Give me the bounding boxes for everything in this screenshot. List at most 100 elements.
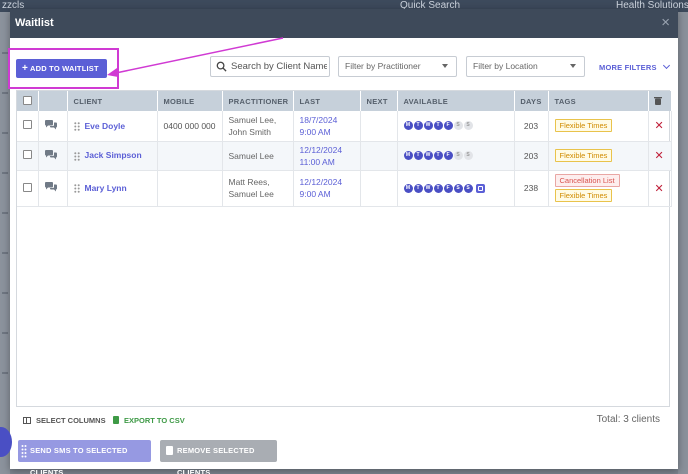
client-search-box[interactable]	[210, 56, 330, 77]
select-all-checkbox[interactable]	[23, 96, 32, 105]
row-checkbox[interactable]	[23, 120, 32, 129]
last-date[interactable]: 12/12/2024	[300, 144, 360, 156]
practitioner-filter-select[interactable]: Filter by Practitioner	[338, 56, 457, 77]
tag-badge: Flexible Times	[555, 149, 613, 162]
header-chat	[38, 91, 67, 111]
last-date[interactable]: 18/7/2024	[300, 114, 360, 126]
day-friday: F	[444, 184, 453, 193]
header-practitioner[interactable]: PRACTITIONER	[222, 91, 293, 111]
drag-handle-icon[interactable]	[74, 122, 80, 131]
day-sunday: S	[464, 184, 473, 193]
delete-row-icon[interactable]: ✕	[655, 150, 664, 162]
client-link[interactable]: Eve Doyle	[85, 121, 126, 131]
day-monday: M	[404, 151, 413, 160]
select-columns-button[interactable]: SELECT COLUMNS	[23, 416, 106, 425]
next-cell	[360, 141, 397, 170]
send-sms-label: SEND SMS TO SELECTED CLIENTS	[30, 446, 128, 474]
send-sms-button[interactable]: SEND SMS TO SELECTED CLIENTS	[18, 440, 151, 462]
row-checkbox[interactable]	[23, 150, 32, 159]
modal-header: Waitlist ×	[10, 9, 678, 38]
select-columns-label: SELECT COLUMNS	[36, 416, 106, 425]
client-link[interactable]: Mary Lynn	[85, 183, 127, 193]
chat-icon[interactable]	[45, 182, 57, 192]
last-time[interactable]: 9:00 AM	[300, 188, 360, 200]
table-row: Eve Doyle 0400 000 000 Samuel Lee,John S…	[17, 111, 671, 141]
day-thursday: T	[434, 121, 443, 130]
tag-badge: Flexible Times	[555, 189, 613, 202]
total-clients: Total: 3 clients	[597, 414, 660, 425]
chat-icon[interactable]	[45, 150, 57, 160]
location-filter-label: Filter by Location	[473, 61, 538, 71]
last-time[interactable]: 11:00 AM	[300, 156, 360, 168]
day-tuesday: T	[414, 121, 423, 130]
days-count: 203	[514, 111, 548, 141]
add-to-waitlist-label: ADD TO WAITLIST	[30, 64, 99, 73]
chat-icon[interactable]	[45, 120, 57, 130]
day-tuesday: T	[414, 184, 423, 193]
availability-days: M T W T F S S	[404, 184, 514, 193]
drag-handle-icon[interactable]	[74, 184, 80, 193]
delete-row-icon[interactable]: ✕	[655, 183, 664, 195]
day-saturday: S	[454, 121, 463, 130]
spreadsheet-icon	[113, 416, 119, 424]
search-icon	[216, 61, 227, 72]
search-input[interactable]	[231, 57, 327, 76]
day-sunday: S	[464, 121, 473, 130]
practitioner-name: Matt Rees,	[229, 176, 293, 188]
more-filters-link[interactable]: MORE FILTERS	[599, 63, 669, 72]
header-days[interactable]: DAYS	[514, 91, 548, 111]
availability-days: M T W T F S S	[404, 151, 514, 160]
header-client[interactable]: CLIENT	[67, 91, 157, 111]
export-csv-label: EXPORT TO CSV	[124, 416, 185, 425]
mobile-cell: 0400 000 000	[157, 111, 222, 141]
day-monday: M	[404, 184, 413, 193]
practitioner-name: Samuel Lee	[229, 150, 293, 162]
last-time[interactable]: 9:00 AM	[300, 126, 360, 138]
day-tuesday: T	[414, 151, 423, 160]
day-thursday: T	[434, 151, 443, 160]
remove-selected-label: REMOVE SELECTED CLIENTS	[177, 446, 255, 474]
table-header-row: CLIENT MOBILE PRACTITIONER LAST NEXT AVA…	[17, 91, 671, 111]
export-csv-button[interactable]: EXPORT TO CSV	[113, 416, 185, 425]
table-footer: SELECT COLUMNS EXPORT TO CSV Total: 3 cl…	[16, 406, 670, 433]
day-wednesday: W	[424, 151, 433, 160]
header-mobile[interactable]: MOBILE	[157, 91, 222, 111]
day-thursday: T	[434, 184, 443, 193]
columns-icon	[23, 417, 31, 424]
practitioner-filter-label: Filter by Practitioner	[345, 61, 421, 71]
table-row: Mary Lynn Matt Rees,Samuel Lee 12/12/202…	[17, 170, 671, 206]
practitioner-name: John Smith	[229, 126, 293, 138]
header-next[interactable]: NEXT	[360, 91, 397, 111]
caret-down-icon	[570, 64, 576, 68]
trash-icon	[654, 96, 662, 105]
header-tags[interactable]: TAGS	[548, 91, 648, 111]
day-sunday: S	[464, 151, 473, 160]
caret-down-icon	[442, 64, 448, 68]
header-trash	[648, 91, 671, 111]
background-right-panel	[678, 12, 688, 474]
waitlist-modal: Waitlist × +ADD TO WAITLIST Filter by Pr…	[10, 9, 678, 469]
day-wednesday: W	[424, 121, 433, 130]
add-to-waitlist-button[interactable]: +ADD TO WAITLIST	[16, 59, 107, 78]
client-link[interactable]: Jack Simpson	[85, 150, 142, 160]
delete-row-icon[interactable]: ✕	[655, 120, 664, 132]
day-monday: M	[404, 121, 413, 130]
trash-icon	[166, 446, 173, 455]
waitlist-table: CLIENT MOBILE PRACTITIONER LAST NEXT AVA…	[16, 90, 670, 433]
tag-badge: Cancellation List	[555, 174, 620, 187]
header-available[interactable]: AVAILABLE	[397, 91, 514, 111]
close-icon[interactable]: ×	[661, 14, 670, 31]
day-friday: F	[444, 121, 453, 130]
header-last[interactable]: LAST	[293, 91, 360, 111]
drag-dots-icon	[21, 444, 27, 458]
remove-selected-button[interactable]: REMOVE SELECTED CLIENTS	[160, 440, 277, 462]
days-count: 238	[514, 170, 548, 206]
drag-handle-icon[interactable]	[74, 152, 80, 161]
row-checkbox[interactable]	[23, 183, 32, 192]
calendar-note-icon[interactable]	[476, 184, 485, 193]
last-date[interactable]: 12/12/2024	[300, 176, 360, 188]
location-filter-select[interactable]: Filter by Location	[466, 56, 585, 77]
practitioner-name: Samuel Lee	[229, 188, 293, 200]
practitioner-name: Samuel Lee,	[229, 114, 293, 126]
mobile-cell	[157, 141, 222, 170]
